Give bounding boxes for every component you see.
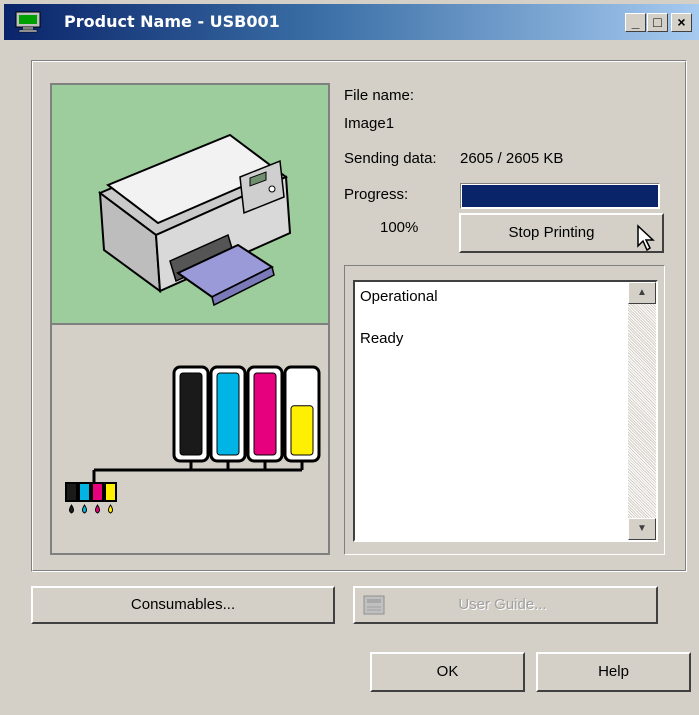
mouse-pointer-icon bbox=[637, 224, 655, 252]
status-line: Ready bbox=[360, 330, 404, 347]
scroll-up-icon[interactable]: ▲ bbox=[628, 282, 656, 304]
ink-cartridge-icon bbox=[65, 365, 321, 514]
ok-button[interactable]: OK bbox=[370, 652, 525, 692]
small-cartridge bbox=[91, 482, 104, 502]
status-listbox[interactable]: Operational Ready ▲ ▼ bbox=[353, 280, 658, 542]
user-guide-button[interactable]: User Guide... bbox=[353, 586, 658, 624]
help-label: Help bbox=[598, 663, 629, 680]
small-cartridge bbox=[78, 482, 91, 502]
consumables-button[interactable]: Consumables... bbox=[31, 586, 335, 624]
ink-level bbox=[290, 405, 314, 456]
ink-drop bbox=[82, 504, 87, 514]
computer-icon bbox=[15, 11, 41, 33]
printer-icon bbox=[98, 133, 292, 307]
small-cartridge bbox=[104, 482, 117, 502]
ink-level bbox=[253, 372, 277, 456]
ink-drop bbox=[95, 504, 100, 514]
consumables-label: Consumables... bbox=[130, 596, 236, 613]
stop-printing-button[interactable]: Stop Printing bbox=[459, 213, 664, 253]
scroll-down-icon[interactable]: ▼ bbox=[628, 518, 656, 540]
ink-level bbox=[216, 372, 240, 456]
small-cartridge bbox=[65, 482, 78, 502]
window-title: Product Name - USB001 bbox=[64, 12, 280, 31]
ink-drop bbox=[69, 504, 74, 514]
progress-bar-fill bbox=[462, 185, 658, 207]
minimize-button[interactable]: _ bbox=[625, 13, 646, 32]
close-button[interactable]: × bbox=[671, 13, 692, 32]
stop-printing-label: Stop Printing bbox=[508, 224, 595, 241]
progress-label: Progress: bbox=[344, 186, 409, 203]
sending-data-label: Sending data: bbox=[344, 150, 437, 167]
ink-panel bbox=[50, 325, 330, 555]
user-guide-label: User Guide... bbox=[458, 596, 547, 613]
maximize-button[interactable]: □ bbox=[647, 13, 668, 32]
ink-drop bbox=[108, 504, 113, 514]
printer-status-window: Product Name - USB001 _ □ × File name: I… bbox=[0, 0, 699, 715]
sending-data-value: 2605 / 2605 KB bbox=[460, 150, 564, 167]
book-icon bbox=[363, 595, 385, 615]
status-line: Operational bbox=[360, 288, 438, 305]
title-bar[interactable]: Product Name - USB001 _ □ × bbox=[4, 4, 699, 40]
progress-bar bbox=[460, 183, 660, 209]
progress-percent: 100% bbox=[380, 219, 419, 236]
status-scrollbar[interactable]: ▲ ▼ bbox=[628, 282, 656, 540]
ok-label: OK bbox=[436, 663, 459, 680]
ink-level bbox=[179, 372, 203, 456]
file-name-label: File name: bbox=[344, 87, 415, 104]
help-button[interactable]: Help bbox=[536, 652, 691, 692]
printer-image-panel bbox=[50, 83, 330, 325]
file-name-value: Image1 bbox=[344, 115, 395, 132]
